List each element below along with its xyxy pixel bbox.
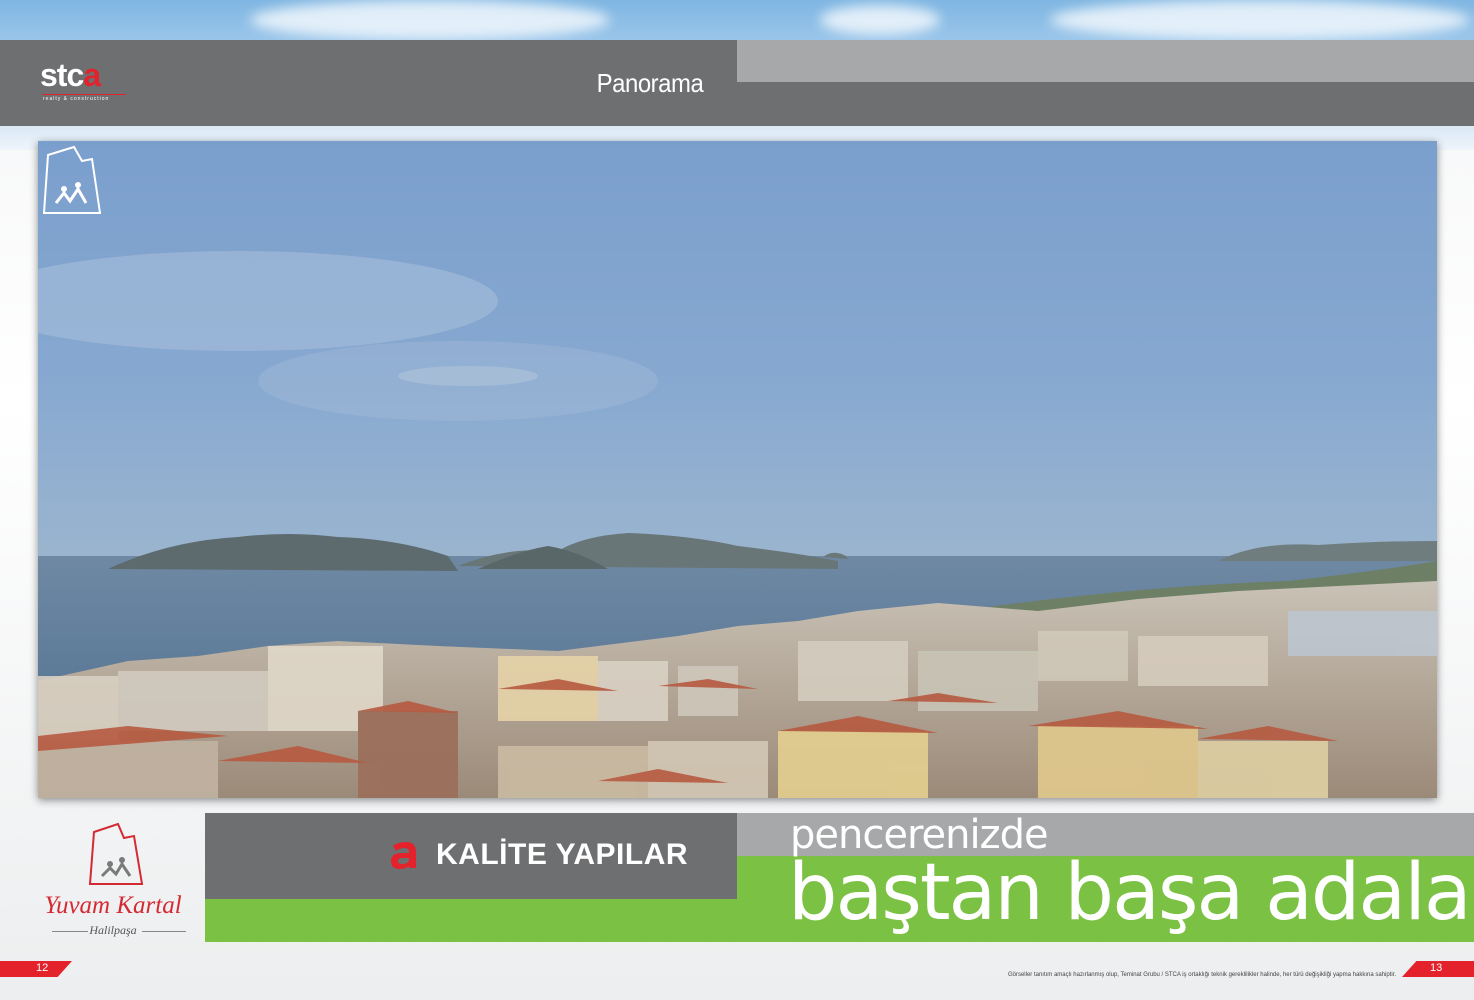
page-number-right-label: 13 [1430, 962, 1443, 974]
panorama-illustration [38, 251, 1437, 798]
stca-logo: stca realty & construction [40, 58, 130, 108]
logo-underline [42, 94, 126, 95]
headline-large: baştan başa adalar [788, 848, 1474, 938]
logo-text-main: stc [40, 57, 84, 93]
header-accent-strip [737, 40, 1474, 82]
footer-green-band [205, 899, 737, 942]
cloud [250, 0, 610, 40]
brand-sub: Halilpaşa [89, 923, 137, 937]
panorama-photo [38, 141, 1437, 798]
kalite-slogan: KALİTE YAPILAR [390, 836, 720, 876]
brand-name: Yuvam Kartal [44, 892, 182, 919]
logo-wordmark: stca [40, 57, 101, 93]
yuvam-kartal-emblem-icon [88, 822, 144, 885]
disclaimer-text: Görseller tanıtım amaçlı hazırlanmış olu… [1007, 972, 1396, 978]
kalite-text: KALİTE YAPILAR [436, 838, 689, 871]
logo-text-accent: a [83, 57, 101, 93]
page-title: Panorama [596, 68, 704, 98]
page-number-right: 13 [1402, 961, 1474, 977]
stca-a-icon [391, 842, 416, 869]
yuvam-badge-icon [42, 145, 102, 214]
page-number-left-label: 12 [36, 962, 49, 974]
logo-tagline: realty & construction [43, 96, 110, 102]
cloud [1050, 0, 1470, 40]
page-number-left: 12 [0, 961, 72, 977]
yuvam-kartal-logo: Yuvam Kartal Halilpaşa [28, 822, 198, 942]
cloud [820, 5, 940, 35]
